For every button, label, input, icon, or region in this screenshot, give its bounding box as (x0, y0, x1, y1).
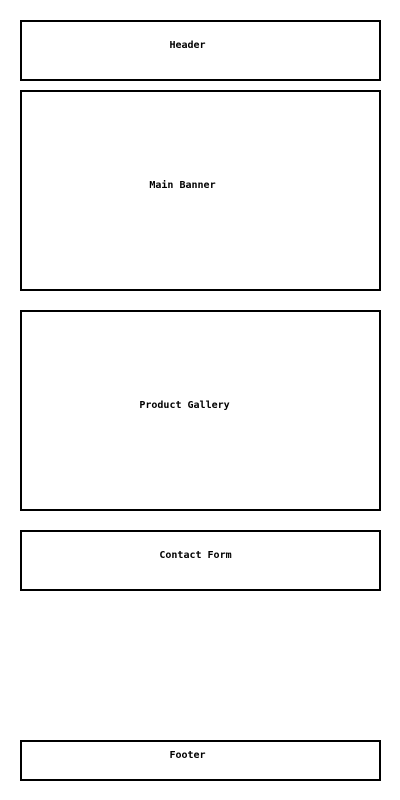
main-banner-section: Main Banner (20, 90, 381, 291)
footer-section: Footer (20, 740, 381, 781)
contact-form-label: Contact Form (159, 550, 232, 561)
main-banner-label: Main Banner (149, 180, 216, 191)
contact-form-section: Contact Form (20, 530, 381, 591)
product-gallery-label: Product Gallery (139, 400, 230, 411)
header-section: Header (20, 20, 381, 81)
header-label: Header (169, 40, 206, 51)
product-gallery-section: Product Gallery (20, 310, 381, 511)
footer-label: Footer (169, 750, 206, 761)
